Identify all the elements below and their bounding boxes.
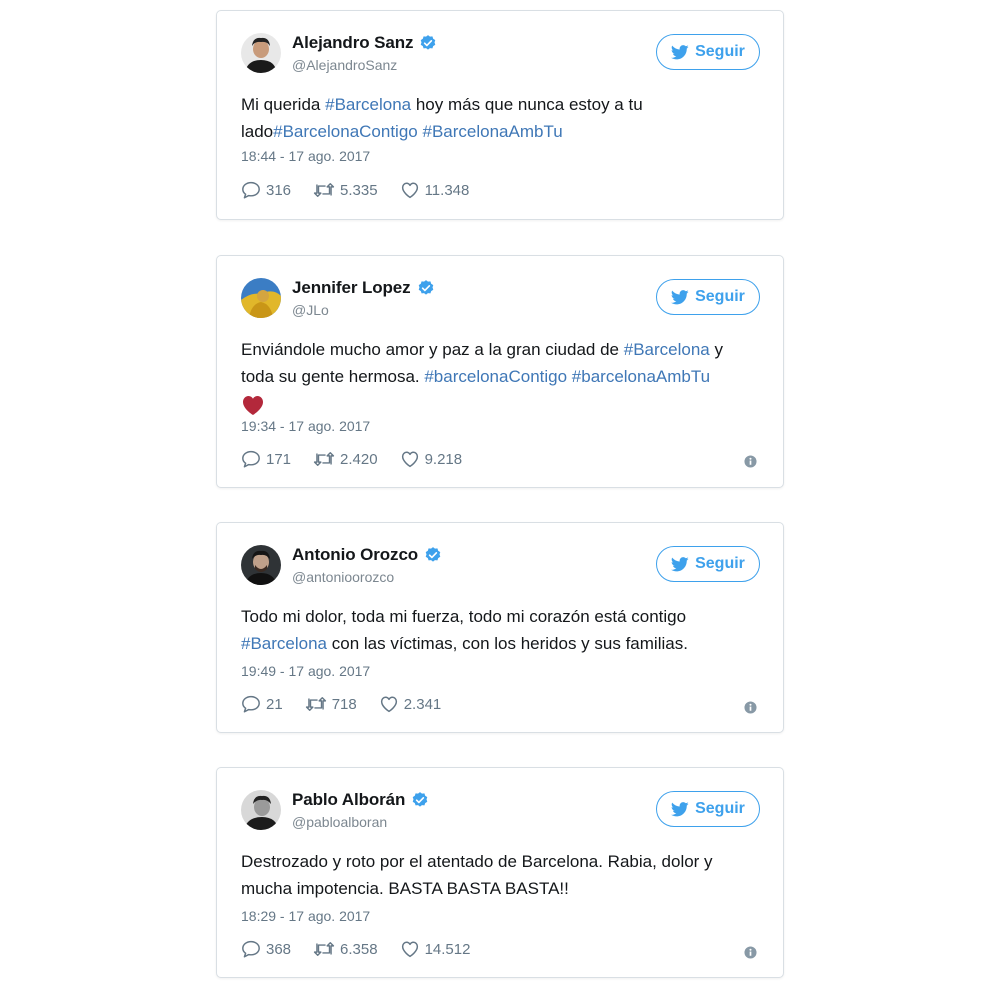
user-handle[interactable]: @pabloalboran [292,814,387,830]
twitter-bird-icon [671,289,689,305]
display-name[interactable]: Jennifer Lopez [292,278,411,298]
red-heart-emoji-icon [241,394,265,416]
follow-button-label: Seguir [695,288,745,305]
heart-icon [401,182,418,199]
tweet-actions: 316 5.335 11.348 [241,181,491,199]
reply-icon [242,450,260,468]
hashtag-link[interactable]: #BarcelonaAmbTu [422,122,562,141]
tweet-embed-page: Alejandro Sanz @AlejandroSanz Seguir Mi … [0,0,1000,1000]
reply-count: 368 [266,940,292,958]
retweet-count: 718 [331,695,357,713]
avatar[interactable] [241,278,281,318]
hashtag-link[interactable]: #Barcelona [325,95,411,114]
user-handle[interactable]: @JLo [292,302,329,318]
tweet-actions: 171 2.420 9.218 [241,450,484,468]
retweet-icon [305,697,326,711]
tweet-timestamp[interactable]: 19:49 - 17 ago. 2017 [241,663,370,679]
display-name[interactable]: Antonio Orozco [292,545,418,565]
reply-count: 21 [266,695,283,713]
tweet-timestamp[interactable]: 18:29 - 17 ago. 2017 [241,908,370,924]
tweet-timestamp[interactable]: 19:34 - 17 ago. 2017 [241,418,370,434]
like-action[interactable]: 14.512 [400,940,471,958]
twitter-bird-icon [671,801,689,817]
retweet-count: 5.335 [340,181,378,199]
retweet-action[interactable]: 5.335 [313,182,378,199]
hashtag-link[interactable]: #barcelonaAmbTu [572,367,710,386]
reply-count: 171 [266,450,292,468]
reply-action[interactable]: 368 [241,940,291,958]
display-name[interactable]: Pablo Alborán [292,790,405,810]
reply-action[interactable]: 316 [241,181,291,199]
verified-badge-icon [417,279,435,297]
display-name[interactable]: Alejandro Sanz [292,33,414,53]
tweet-card-alejandro-sanz: Alejandro Sanz @AlejandroSanz Seguir Mi … [216,10,784,220]
like-action[interactable]: 11.348 [400,181,470,199]
like-count: 14.512 [424,940,471,958]
user-handle[interactable]: @AlejandroSanz [292,57,397,73]
verified-badge-icon [419,34,437,52]
follow-button[interactable]: Seguir [656,546,760,582]
tweet-text-segment: con las víctimas, con los heridos y sus … [327,634,688,653]
reply-icon [242,181,260,199]
retweet-icon [313,452,335,466]
like-count: 11.348 [424,181,470,199]
retweet-count: 2.420 [340,450,378,468]
reply-icon [242,940,260,958]
user-handle[interactable]: @antonioorozco [292,569,394,585]
hashtag-link[interactable]: #BarcelonaContigo [273,122,418,141]
tweet-text-segment: Destrozado y roto por el atentado de Bar… [241,852,713,898]
info-icon[interactable] [744,701,757,714]
tweet-text: Destrozado y roto por el atentado de Bar… [241,848,759,902]
reply-icon [242,695,260,713]
tweet-text-segment: Todo mi dolor, toda mi fuerza, todo mi c… [241,607,687,626]
retweet-action[interactable]: 718 [305,696,357,713]
retweet-action[interactable]: 6.358 [313,941,378,958]
tweet-card-jennifer-lopez: Jennifer Lopez @JLo Seguir Enviándole mu… [216,255,784,488]
tweet-text: Enviándole mucho amor y paz a la gran ci… [241,336,759,417]
reply-action[interactable]: 171 [241,450,291,468]
follow-button[interactable]: Seguir [656,791,760,827]
hashtag-link[interactable]: #Barcelona [624,340,710,359]
hashtag-link[interactable]: #Barcelona [241,634,327,653]
hashtag-link[interactable]: #barcelonaContigo [424,367,567,386]
retweet-count: 6.358 [340,940,378,958]
info-icon[interactable] [744,946,757,959]
reply-action[interactable]: 21 [241,695,283,713]
like-action[interactable]: 9.218 [400,450,463,468]
heart-icon [401,451,418,468]
retweet-icon [313,183,335,197]
info-icon[interactable] [744,455,757,468]
reply-count: 316 [266,181,292,199]
follow-button-label: Seguir [695,555,745,572]
like-count: 9.218 [424,450,463,468]
twitter-bird-icon [671,44,689,60]
twitter-bird-icon [671,556,689,572]
tweet-card-pablo-alboran: Pablo Alborán @pabloalboran Seguir Destr… [216,767,784,978]
retweet-action[interactable]: 2.420 [313,451,378,468]
like-action[interactable]: 2.341 [379,695,442,713]
heart-icon [401,941,418,958]
verified-badge-icon [411,791,429,809]
follow-button[interactable]: Seguir [656,34,760,70]
tweet-card-antonio-orozco: Antonio Orozco @antonioorozco Seguir Tod… [216,522,784,733]
avatar[interactable] [241,545,281,585]
tweet-text: Todo mi dolor, toda mi fuerza, todo mi c… [241,603,759,657]
follow-button[interactable]: Seguir [656,279,760,315]
tweet-text: Mi querida #Barcelona hoy más que nunca … [241,91,759,145]
follow-button-label: Seguir [695,800,745,817]
tweet-actions: 368 6.358 14.512 [241,940,492,958]
follow-button-label: Seguir [695,43,745,60]
tweet-text-segment: Mi querida [241,95,326,114]
like-count: 2.341 [403,695,442,713]
verified-badge-icon [424,546,442,564]
tweet-actions: 21 718 2.341 [241,695,463,713]
tweet-timestamp[interactable]: 18:44 - 17 ago. 2017 [241,148,370,164]
avatar[interactable] [241,790,281,830]
heart-icon [380,696,397,713]
tweet-text-segment: Enviándole mucho amor y paz a la gran ci… [241,340,624,359]
avatar[interactable] [241,33,281,73]
retweet-icon [313,942,335,956]
